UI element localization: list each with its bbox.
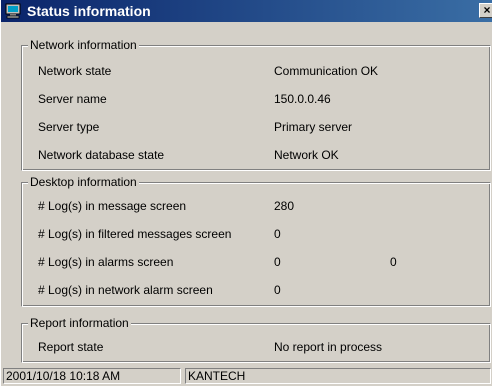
status-datetime: 2001/10/18 10:18 AM [6, 369, 121, 383]
network-state-label: Network state [38, 64, 112, 78]
alarms-screen-logs-value: 0 [274, 255, 281, 269]
network-database-state-label: Network database state [38, 148, 165, 162]
close-button[interactable]: × [479, 3, 492, 18]
status-bar: 2001/10/18 10:18 AM KANTECH [1, 366, 492, 386]
network-alarm-logs-value: 0 [274, 283, 281, 297]
server-name-value: 150.0.0.46 [274, 92, 331, 106]
network-alarm-logs-label: # Log(s) in network alarm screen [38, 283, 213, 297]
network-information-legend: Network information [28, 38, 139, 52]
status-information-window: Status information × Network information… [0, 0, 492, 386]
network-database-state-value: Network OK [274, 148, 339, 162]
status-company-pane: KANTECH [185, 368, 491, 384]
alarms-screen-logs-label: # Log(s) in alarms screen [38, 255, 174, 269]
report-state-label: Report state [38, 340, 104, 354]
alarms-screen-logs-extra-value: 0 [390, 255, 397, 269]
status-company: KANTECH [188, 369, 246, 383]
server-name-label: Server name [38, 92, 107, 106]
desktop-information-legend: Desktop information [28, 175, 139, 189]
message-screen-logs-value: 280 [274, 199, 295, 213]
network-state-value: Communication OK [274, 64, 379, 78]
close-icon: × [483, 3, 491, 17]
report-information-legend: Report information [28, 316, 131, 330]
server-type-value: Primary server [274, 120, 353, 134]
filtered-messages-logs-value: 0 [274, 227, 281, 241]
report-state-value: No report in process [274, 340, 383, 354]
computer-icon [5, 3, 21, 19]
window-title: Status information [27, 3, 151, 19]
filtered-messages-logs-label: # Log(s) in filtered messages screen [38, 227, 232, 241]
title-bar[interactable]: Status information × [1, 0, 492, 22]
server-type-label: Server type [38, 120, 100, 134]
message-screen-logs-label: # Log(s) in message screen [38, 199, 187, 213]
status-datetime-pane: 2001/10/18 10:18 AM [3, 368, 181, 384]
